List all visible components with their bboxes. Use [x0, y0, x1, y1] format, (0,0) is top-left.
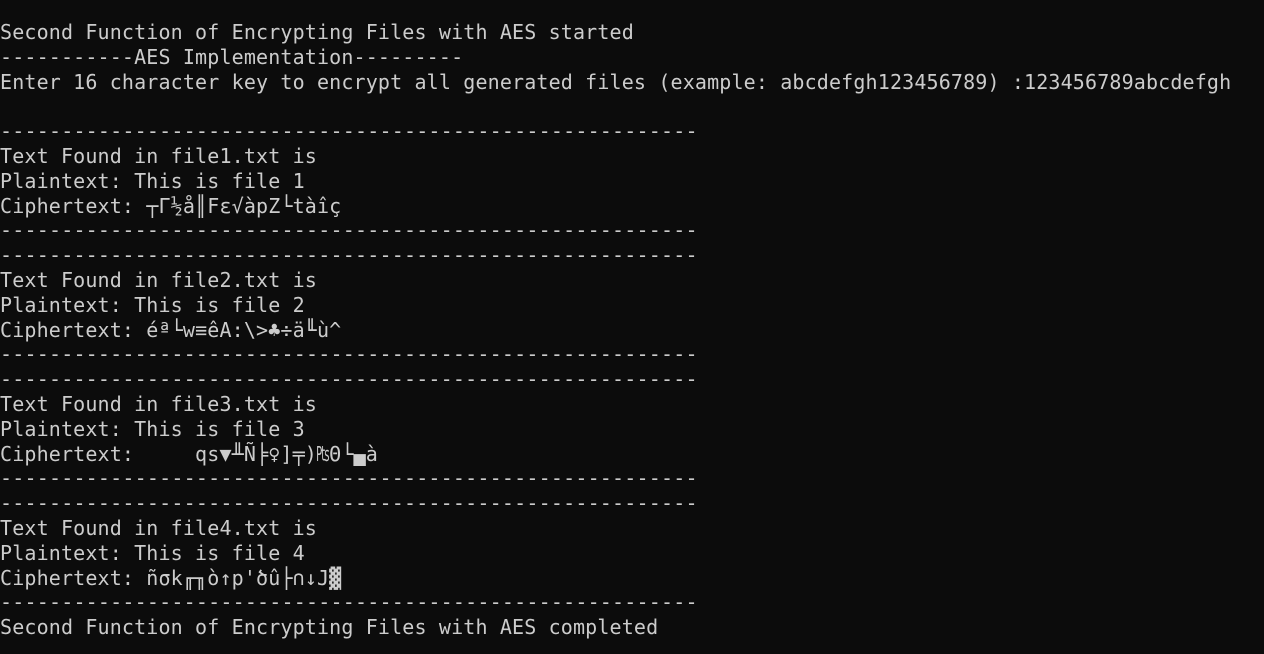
file3-ciphertext-line: Ciphertext: qs▼╨Ñ╞♀]╤)₧Θ└▄à — [0, 441, 378, 466]
separator: ----------------------------------------… — [0, 342, 698, 367]
file1-found-line: Text Found in file1.txt is — [0, 143, 317, 168]
file4-plaintext-line: Plaintext: This is file 4 — [0, 540, 305, 565]
file1-ciphertext-line: Ciphertext: ┬Γ½å║Fε√àpZ└tàîç — [0, 193, 342, 218]
separator: ----------------------------------------… — [0, 590, 698, 615]
status-line-completed: Second Function of Encrypting Files with… — [0, 615, 659, 640]
file1-plaintext-line: Plaintext: This is file 1 — [0, 168, 305, 193]
status-line-started: Second Function of Encrypting Files with… — [0, 20, 634, 44]
file2-found-line: Text Found in file2.txt is — [0, 267, 317, 292]
file3-plaintext-line: Plaintext: This is file 3 — [0, 416, 305, 441]
separator: ----------------------------------------… — [0, 491, 698, 516]
separator: ----------------------------------------… — [0, 119, 698, 144]
separator: ----------------------------------------… — [0, 367, 698, 392]
file2-plaintext-line: Plaintext: This is file 2 — [0, 292, 305, 317]
key-prompt-line: Enter 16 character key to encrypt all ge… — [0, 69, 1232, 94]
section-header: -----------AES Implementation--------- — [0, 44, 464, 69]
separator: ----------------------------------------… — [0, 243, 698, 268]
separator: ----------------------------------------… — [0, 466, 698, 491]
file2-ciphertext-line: Ciphertext: éª└w≡êA:\>♣÷ä╙ù^ — [0, 317, 342, 342]
file3-found-line: Text Found in file3.txt is — [0, 391, 317, 416]
file4-ciphertext-line: Ciphertext: ñσk╓╖ò↑p'ծû├∩↓J▓ — [0, 565, 342, 590]
terminal-window[interactable]: Second Function of Encrypting Files with… — [0, 0, 1264, 654]
file4-found-line: Text Found in file4.txt is — [0, 515, 317, 540]
separator: ----------------------------------------… — [0, 218, 698, 243]
